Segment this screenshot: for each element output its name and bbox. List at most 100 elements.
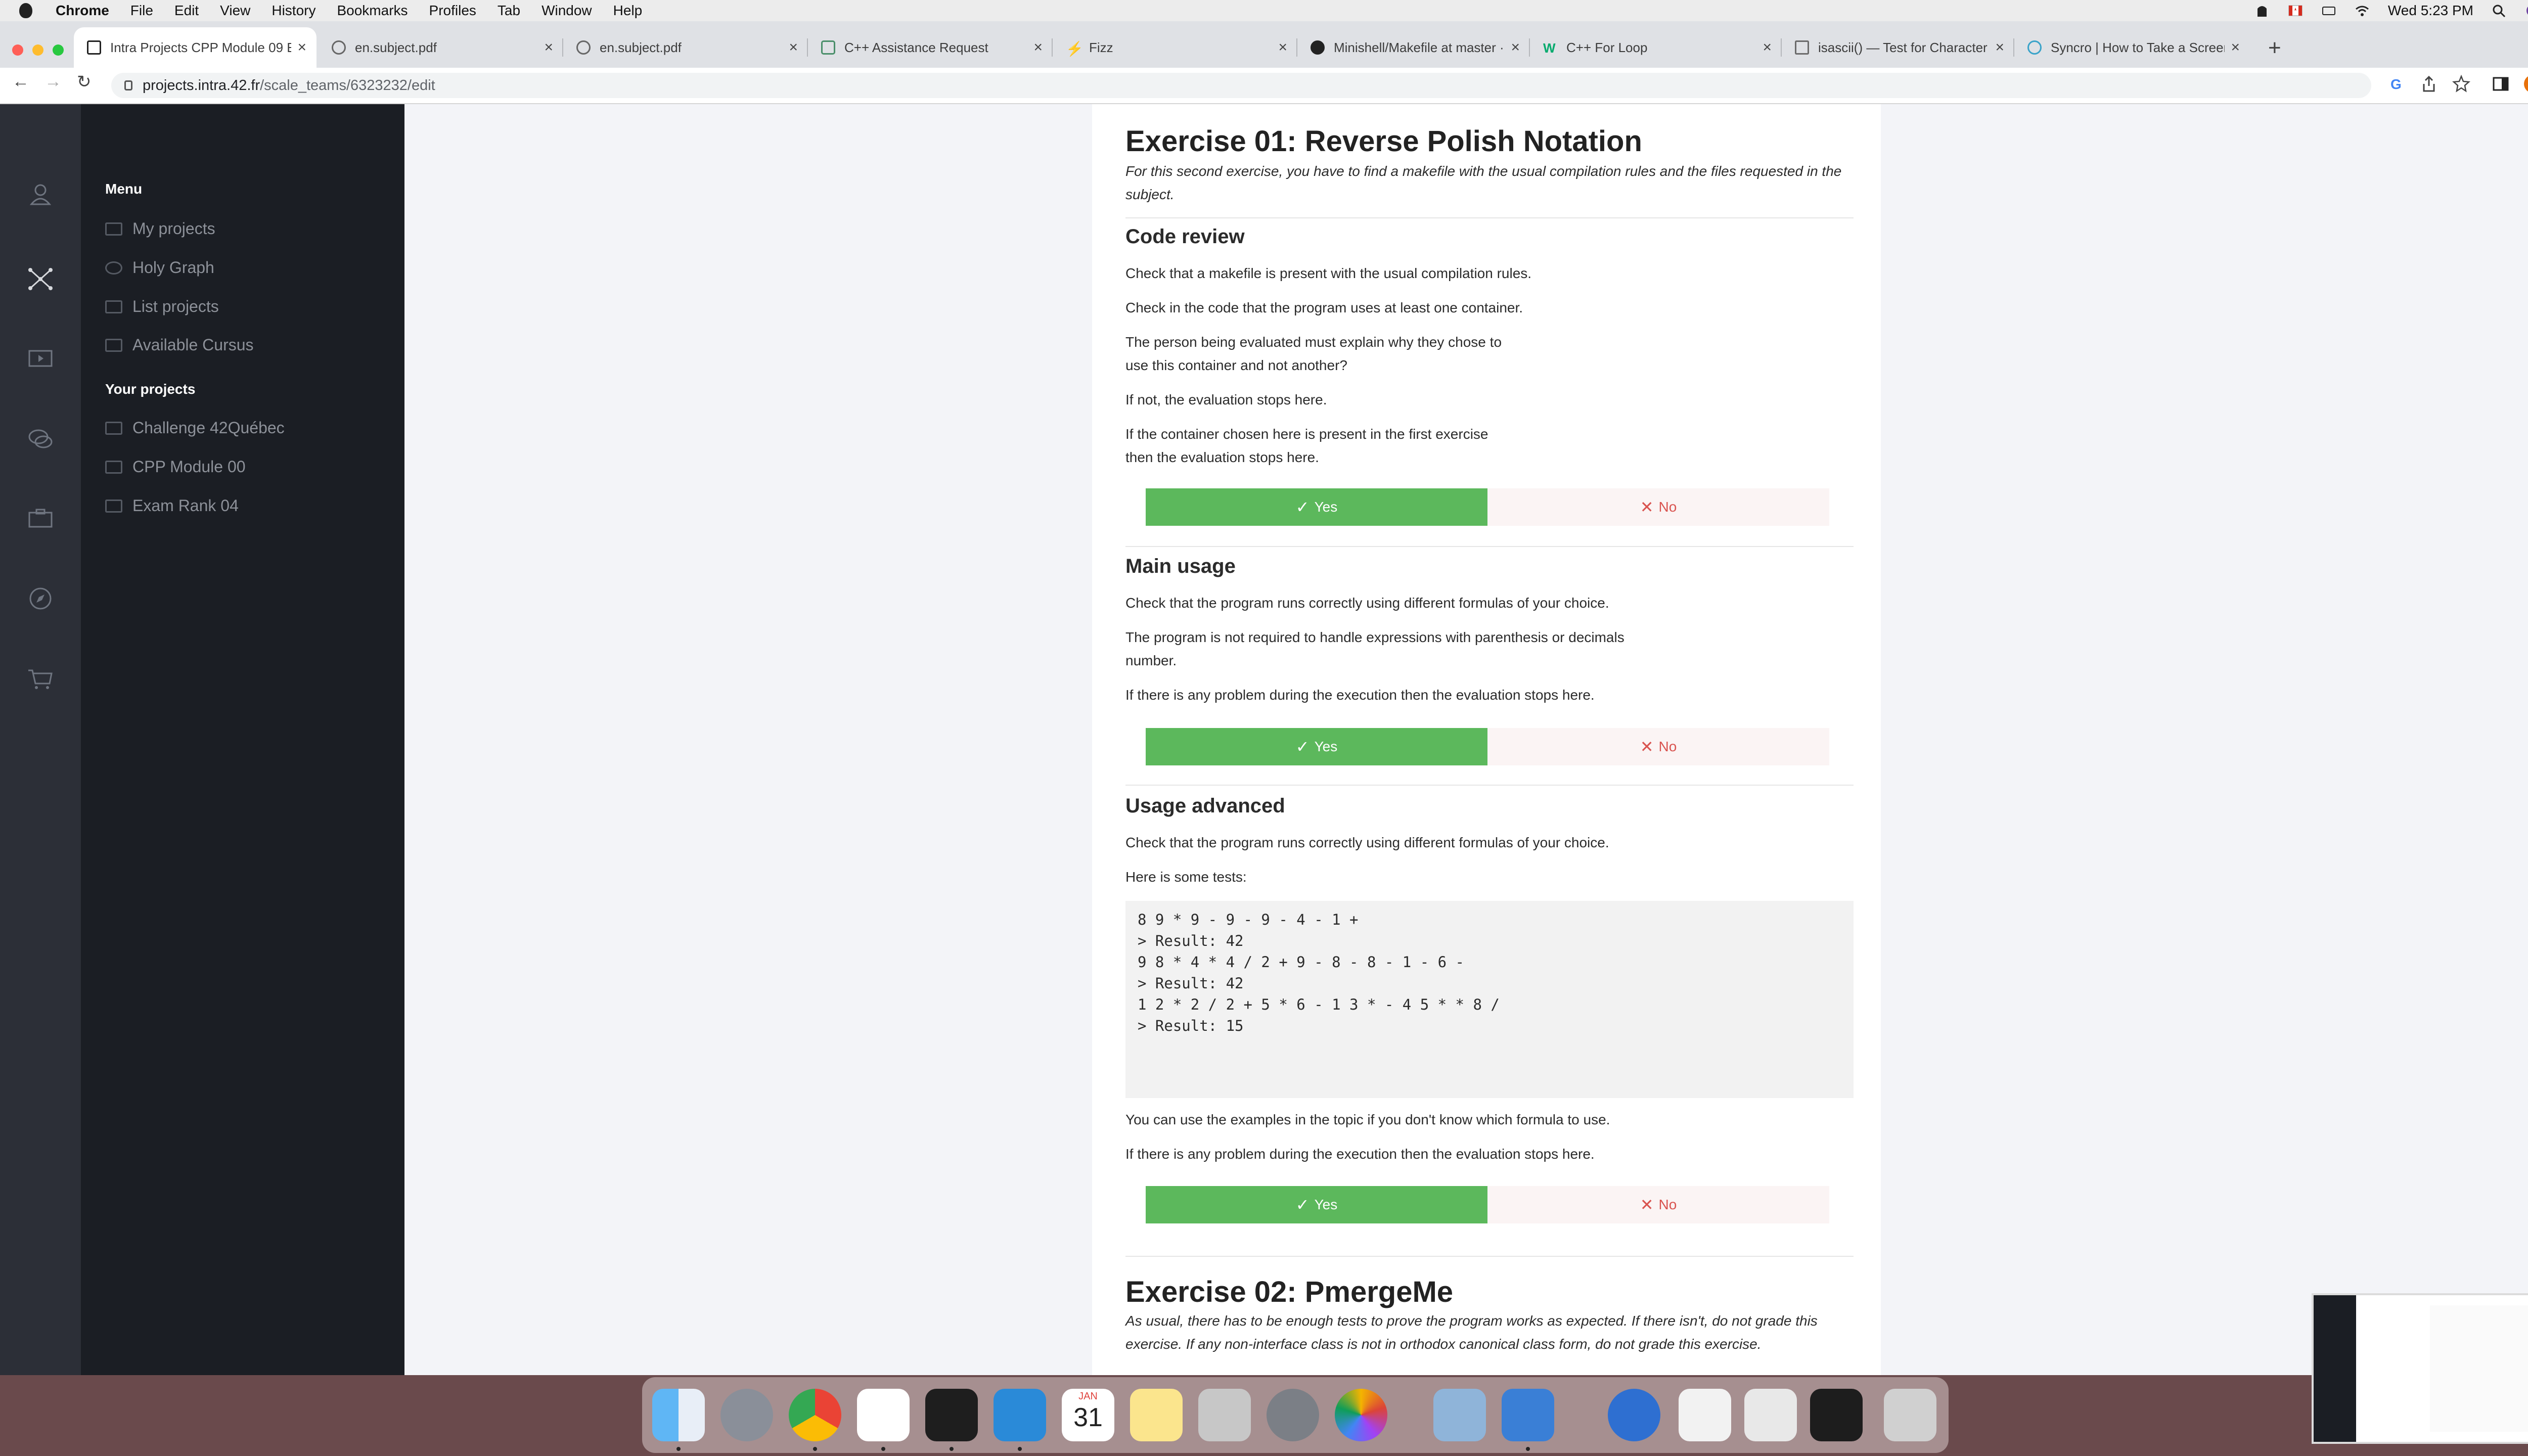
- code-review-text: Check that a makefile is present with th…: [1125, 265, 1532, 281]
- flag-icon[interactable]: [2288, 4, 2303, 18]
- close-window-button[interactable]: [12, 44, 23, 56]
- lock-icon[interactable]: [124, 80, 132, 90]
- close-tab-icon[interactable]: ×: [1278, 39, 1287, 56]
- holy-graph-icon[interactable]: [25, 264, 56, 294]
- tab-minishell-github[interactable]: Minishell/Makefile at master · S ×: [1297, 27, 1530, 68]
- running-indicator: [881, 1447, 885, 1451]
- close-tab-icon[interactable]: ×: [1511, 39, 1520, 56]
- briefcase-icon[interactable]: [25, 504, 56, 534]
- screenshot-thumbnail-preview[interactable]: [2312, 1293, 2528, 1444]
- notes-icon[interactable]: [1130, 1389, 1183, 1441]
- forum-chat-icon[interactable]: [25, 424, 56, 454]
- forward-arrow-icon[interactable]: →: [44, 72, 62, 92]
- menu-item-my-projects[interactable]: My projects: [105, 219, 215, 238]
- menu-item-holy-graph[interactable]: Holy Graph: [105, 258, 214, 277]
- address-bar[interactable]: projects.intra.42.fr/scale_teams/6323232…: [111, 73, 2371, 98]
- launchpad-icon[interactable]: [720, 1389, 773, 1441]
- menu-window[interactable]: Window: [541, 3, 592, 19]
- window-icon[interactable]: [1810, 1389, 1863, 1441]
- trash-icon[interactable]: [1884, 1389, 1936, 1441]
- status-app-icon[interactable]: [2254, 4, 2270, 18]
- installer-icon[interactable]: [1198, 1389, 1251, 1441]
- usage-advanced-yes-button[interactable]: ✓ Yes: [1146, 1186, 1487, 1223]
- terminal-icon[interactable]: [925, 1389, 978, 1441]
- apple-menu-icon[interactable]: [15, 0, 36, 21]
- close-tab-icon[interactable]: ×: [1033, 39, 1043, 56]
- slack-icon[interactable]: [857, 1389, 910, 1441]
- user-profile-icon[interactable]: [25, 180, 56, 210]
- share-icon[interactable]: [2420, 75, 2438, 93]
- thumbnail-sidebar: [2314, 1295, 2356, 1442]
- menu-help[interactable]: Help: [613, 3, 643, 19]
- tab-fizz[interactable]: ⚡ Fizz ×: [1053, 27, 1297, 68]
- system-preferences-icon[interactable]: [1267, 1389, 1319, 1441]
- menu-history[interactable]: History: [272, 3, 315, 19]
- code-review-yes-button[interactable]: ✓ Yes: [1146, 488, 1487, 526]
- tab-syncro[interactable]: Syncro | How to Take a Screen ×: [2014, 27, 2250, 68]
- close-tab-icon[interactable]: ×: [1995, 39, 2004, 56]
- menu-profiles[interactable]: Profiles: [429, 3, 476, 19]
- reload-icon[interactable]: ↻: [77, 72, 92, 92]
- shop-cart-icon[interactable]: [25, 663, 56, 694]
- elearning-icon[interactable]: [25, 344, 56, 374]
- new-tab-button[interactable]: +: [2268, 35, 2281, 61]
- list-icon: [105, 338, 122, 352]
- tab-en-subject-1[interactable]: en.subject.pdf ×: [319, 27, 563, 68]
- code-line: 1 2 * 2 / 2 + 5 * 6 - 1 3 * - 4 5 * * 8 …: [1138, 996, 1500, 1013]
- tab-isascii[interactable]: isascii() — Test for Character R ×: [1782, 27, 2014, 68]
- intra-favicon-icon: [87, 40, 101, 55]
- back-arrow-icon[interactable]: ←: [12, 72, 29, 92]
- project-item-exam-rank-04[interactable]: Exam Rank 04: [105, 496, 239, 515]
- main-usage-no-button[interactable]: ✕ No: [1487, 728, 1829, 765]
- menu-item-available-cursus[interactable]: Available Cursus: [105, 336, 254, 354]
- vscode-icon[interactable]: [994, 1389, 1046, 1441]
- menu-tab[interactable]: Tab: [498, 3, 520, 19]
- wifi-icon[interactable]: [2355, 4, 2370, 18]
- minimize-window-button[interactable]: [32, 44, 43, 56]
- tab-cpp-assistance[interactable]: C++ Assistance Request ×: [808, 27, 1053, 68]
- siri-icon[interactable]: [2525, 4, 2528, 18]
- menu-app-name[interactable]: Chrome: [56, 3, 109, 19]
- xcode-icon[interactable]: [1502, 1389, 1554, 1441]
- google-icon[interactable]: G: [2387, 75, 2406, 93]
- project-item-cpp-module-00[interactable]: CPP Module 00: [105, 458, 246, 476]
- preview-icon[interactable]: [1433, 1389, 1486, 1441]
- spotlight-search-icon[interactable]: [2492, 4, 2507, 18]
- menu-edit[interactable]: Edit: [174, 3, 199, 19]
- close-tab-icon[interactable]: ×: [789, 39, 798, 56]
- menu-view[interactable]: View: [220, 3, 250, 19]
- menubar-clock[interactable]: Wed 5:23 PM: [2388, 3, 2473, 19]
- globe-favicon-icon: [332, 40, 346, 55]
- zoom-window-button[interactable]: [53, 44, 64, 56]
- tab-label: C++ Assistance Request: [844, 39, 988, 55]
- usage-advanced-no-button[interactable]: ✕ No: [1487, 1186, 1829, 1223]
- menu-bookmarks[interactable]: Bookmarks: [337, 3, 408, 19]
- code-line: > Result: 15: [1138, 1017, 1244, 1034]
- main-usage-yes-button[interactable]: ✓ Yes: [1146, 728, 1487, 765]
- menu-file[interactable]: File: [130, 3, 153, 19]
- menu-item-list-projects[interactable]: List projects: [105, 297, 219, 316]
- code-review-no-button[interactable]: ✕ No: [1487, 488, 1829, 526]
- tab-en-subject-2[interactable]: en.subject.pdf ×: [563, 27, 808, 68]
- side-panel-icon[interactable]: [2492, 75, 2510, 93]
- close-tab-icon[interactable]: ×: [544, 39, 553, 56]
- close-tab-icon[interactable]: ×: [2231, 39, 2240, 56]
- close-tab-icon[interactable]: ×: [1763, 39, 1772, 56]
- chrome-icon[interactable]: [789, 1389, 841, 1441]
- keyboard-icon[interactable]: [2321, 4, 2336, 18]
- code-review-title: Code review: [1125, 225, 1245, 248]
- bookmark-star-icon[interactable]: [2452, 75, 2470, 93]
- compass-icon[interactable]: [25, 583, 56, 614]
- thumbnail-content: [2430, 1305, 2528, 1432]
- calendar-icon[interactable]: JAN 31: [1062, 1389, 1114, 1441]
- finder-icon[interactable]: [652, 1389, 705, 1441]
- tab-cpp-for-loop[interactable]: W C++ For Loop ×: [1530, 27, 1782, 68]
- close-tab-icon[interactable]: ×: [297, 39, 306, 56]
- screenshot-icon[interactable]: [1744, 1389, 1797, 1441]
- project-item-challenge[interactable]: Challenge 42Québec: [105, 419, 285, 437]
- yes-label: Yes: [1314, 1197, 1338, 1212]
- document-icon[interactable]: [1679, 1389, 1731, 1441]
- tab-intra-projects[interactable]: Intra Projects CPP Module 09 E ×: [74, 27, 317, 68]
- photos-icon[interactable]: [1335, 1389, 1387, 1441]
- globe-icon[interactable]: [1608, 1389, 1660, 1441]
